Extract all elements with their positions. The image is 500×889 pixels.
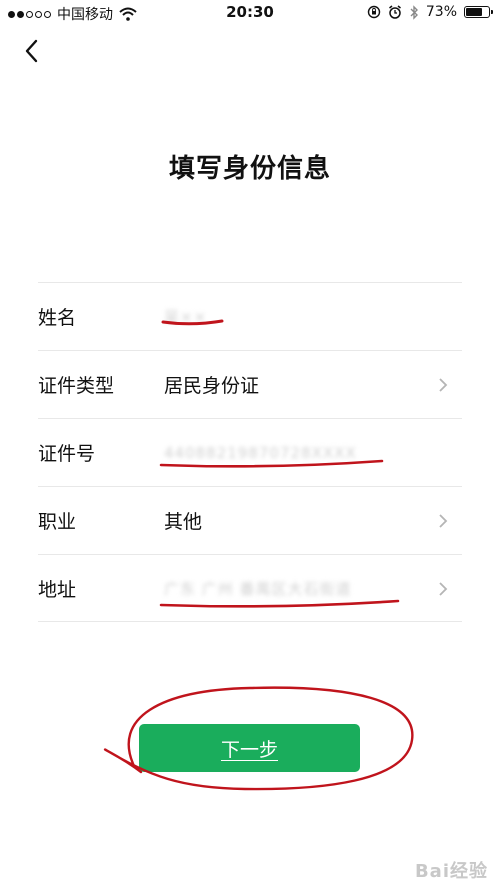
id-number-label: 证件号 xyxy=(38,443,96,465)
battery-percent: 73% xyxy=(425,4,457,20)
page-title: 填写身份信息 xyxy=(168,154,331,184)
id-type-label: 证件类型 xyxy=(38,375,115,397)
alarm-icon xyxy=(388,5,401,19)
address-value[interactable]: 广东 广州 番禺区大石街道 xyxy=(164,578,352,599)
form-row-id-type[interactable]: 证件类型 居民身份证 xyxy=(38,350,462,418)
chevron-right-icon xyxy=(439,582,448,596)
bluetooth-icon xyxy=(410,4,418,20)
chevron-right-icon xyxy=(439,378,448,392)
battery-icon xyxy=(464,6,493,18)
watermark-text: Bai经验 xyxy=(414,861,488,882)
orientation-lock-icon xyxy=(367,5,381,19)
status-bar: 中国移动 20:30 73% xyxy=(0,0,500,26)
back-chevron-icon[interactable] xyxy=(20,36,46,66)
form-row-occupation[interactable]: 职业 其他 xyxy=(38,486,462,554)
form-row-id-number[interactable]: 证件号 44088219870728XXXX xyxy=(38,418,462,486)
next-step-button[interactable]: 下一步 xyxy=(139,724,360,772)
form-row-address[interactable]: 地址 广东 广州 番禺区大石街道 xyxy=(38,554,462,622)
form-row-name[interactable]: 姓名 吴×× xyxy=(38,282,462,350)
occupation-label: 职业 xyxy=(38,511,77,533)
id-type-value: 居民身份证 xyxy=(164,375,260,397)
identity-form: 姓名 吴×× 证件类型 居民身份证 证件号 44088219870728XXXX… xyxy=(38,282,462,622)
name-value[interactable]: 吴×× xyxy=(164,306,207,327)
chevron-right-icon xyxy=(439,514,448,528)
status-right: 73% xyxy=(367,4,493,20)
name-label: 姓名 xyxy=(38,307,77,329)
id-number-value[interactable]: 44088219870728XXXX xyxy=(164,444,357,462)
occupation-value: 其他 xyxy=(164,511,203,533)
address-label: 地址 xyxy=(38,578,77,601)
